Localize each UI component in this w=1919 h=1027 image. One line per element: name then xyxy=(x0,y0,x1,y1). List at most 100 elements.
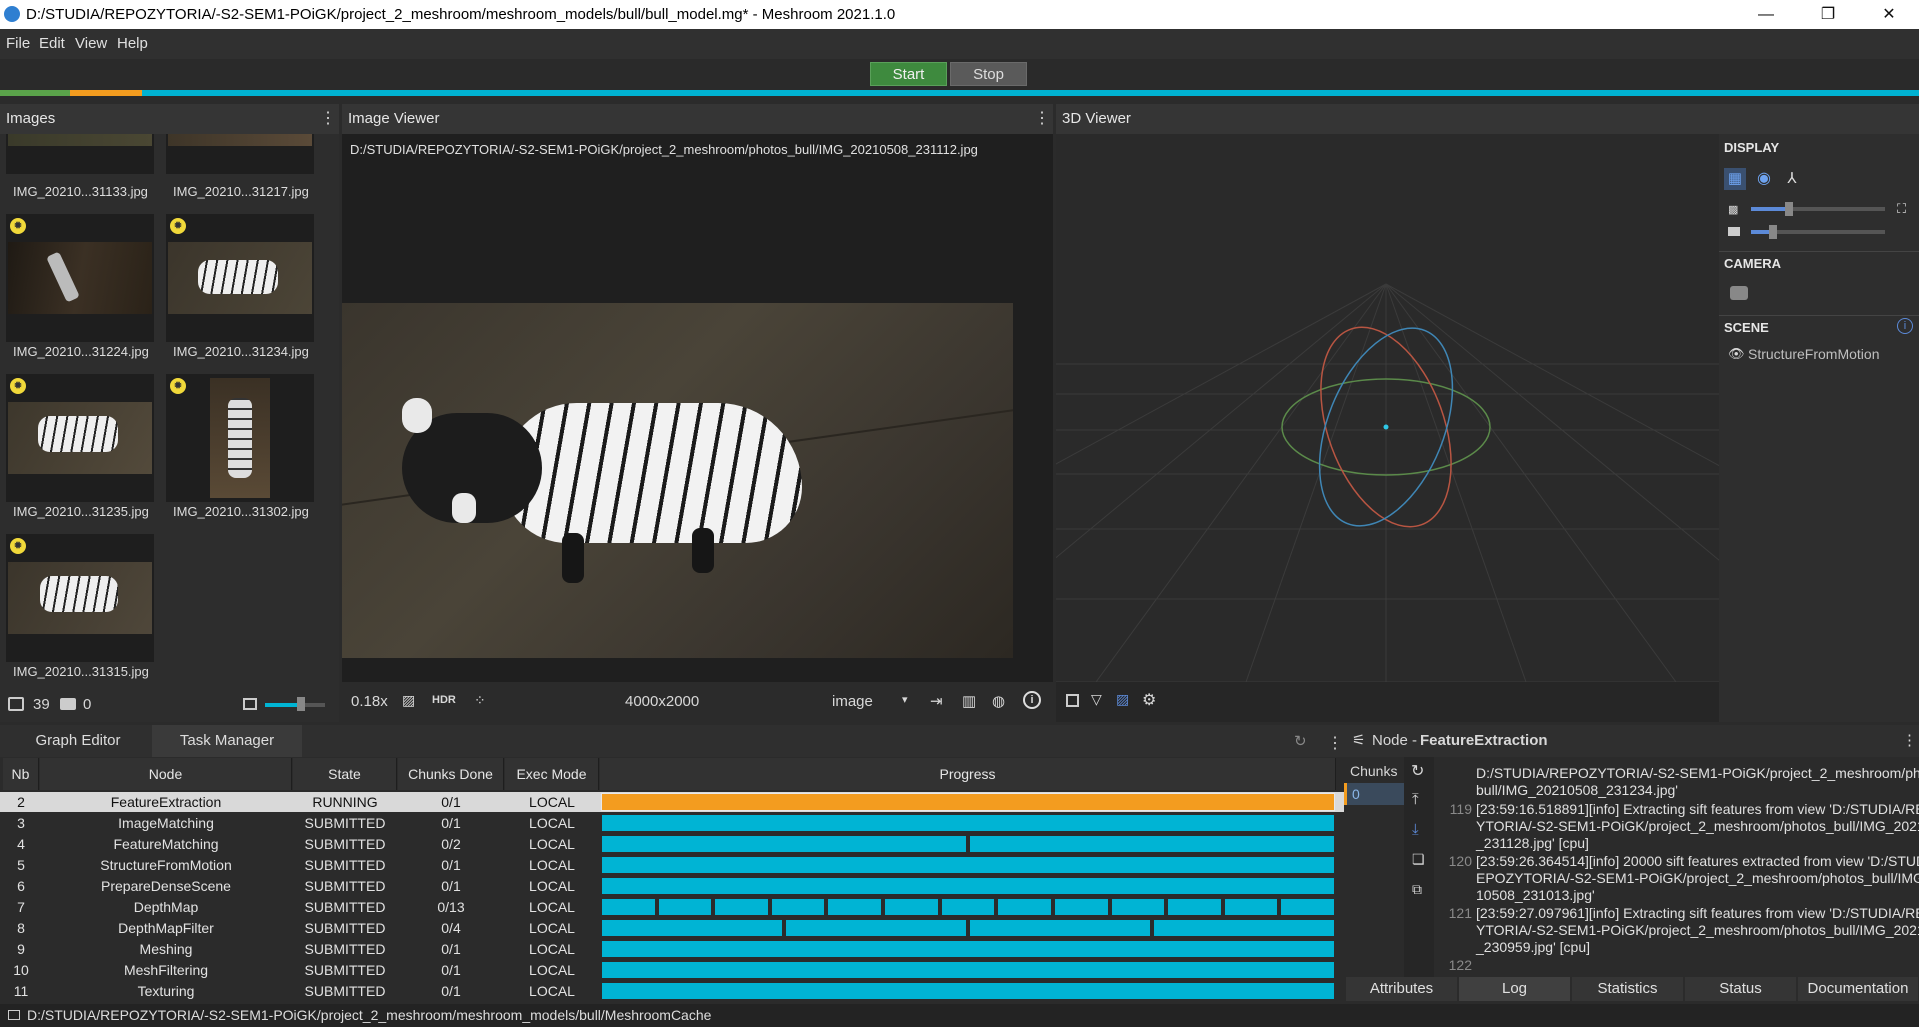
camera-size-slider-handle[interactable] xyxy=(1769,225,1777,239)
thumbnail[interactable] xyxy=(166,134,314,174)
cell-chunks: 0/1 xyxy=(441,815,461,831)
cell-state: SUBMITTED xyxy=(304,857,386,873)
progress-chunk xyxy=(941,899,995,915)
tab-log[interactable]: Log xyxy=(1459,977,1571,1001)
image-viewer[interactable]: D:/STUDIA/REPOZYTORIA/-S2-SEM1-POiGK/pro… xyxy=(342,134,1053,682)
tab-graph-editor[interactable]: Graph Editor xyxy=(18,725,138,757)
table-row[interactable]: 7 DepthMap SUBMITTED 0/13 LOCAL xyxy=(0,897,1344,917)
task-menu-icon[interactable]: ⋮ xyxy=(1327,733,1343,753)
image-viewer-menu-icon[interactable]: ⋮ xyxy=(1034,111,1050,127)
cell-exec-mode: LOCAL xyxy=(529,920,575,936)
table-row[interactable]: 4 FeatureMatching SUBMITTED 0/2 LOCAL xyxy=(0,834,1344,854)
cell-nb: 7 xyxy=(17,899,25,915)
gizmo-toggle-icon[interactable]: ◉ xyxy=(1753,168,1775,190)
close-button[interactable]: ✕ xyxy=(1866,0,1912,29)
viewer3d-canvas[interactable] xyxy=(1056,134,1719,682)
opacity-icon: ▩ xyxy=(1728,204,1739,216)
open-external-icon[interactable]: ⧉ xyxy=(1412,881,1422,898)
menu-edit[interactable]: Edit xyxy=(39,35,65,52)
pixel-aspect-icon[interactable]: ▨ xyxy=(402,692,415,709)
table-row[interactable]: 3 ImageMatching SUBMITTED 0/1 LOCAL xyxy=(0,813,1344,833)
menu-help[interactable]: Help xyxy=(117,35,148,52)
progress-chunk xyxy=(602,920,782,936)
grid-toggle-icon[interactable]: ▦ xyxy=(1724,168,1746,190)
cell-state: SUBMITTED xyxy=(304,899,386,915)
title-bar: D:/STUDIA/REPOZYTORIA/-S2-SEM1-POiGK/pro… xyxy=(0,0,1919,29)
bounding-box-icon[interactable] xyxy=(1066,694,1079,707)
chunk-item[interactable]: 0 xyxy=(1344,783,1404,805)
reload-log-icon[interactable]: ↻ xyxy=(1411,761,1424,781)
tab-task-manager[interactable]: Task Manager xyxy=(152,725,302,757)
tab-attributes[interactable]: Attributes xyxy=(1346,977,1458,1001)
hdr-toggle[interactable]: HDR xyxy=(432,694,456,706)
table-row[interactable]: 8 DepthMapFilter SUBMITTED 0/4 LOCAL xyxy=(0,918,1344,938)
thumbnail[interactable]: ✹ xyxy=(166,214,314,342)
camera-icon xyxy=(60,698,76,710)
scene-info-icon[interactable]: i xyxy=(1897,318,1913,334)
progress-chunk xyxy=(601,793,1335,811)
cell-nb: 4 xyxy=(17,836,25,852)
table-row[interactable]: 11 Texturing SUBMITTED 0/1 LOCAL xyxy=(0,981,1344,1001)
thumbnail[interactable]: ✹ xyxy=(166,374,314,502)
camera-snapshot-icon[interactable] xyxy=(1730,286,1748,300)
opacity-slider-handle[interactable] xyxy=(1785,202,1793,216)
menu-file[interactable]: File xyxy=(6,35,30,52)
axis-toggle-icon[interactable]: ⅄ xyxy=(1781,168,1803,190)
col-header-exec-mode: Exec Mode xyxy=(505,758,599,790)
table-row[interactable]: 9 Meshing SUBMITTED 0/1 LOCAL xyxy=(0,939,1344,959)
scroll-bottom-icon[interactable]: ⤓ xyxy=(1412,821,1419,838)
scroll-top-icon[interactable]: ⤒ xyxy=(1412,791,1419,808)
cache-path[interactable]: D:/STUDIA/REPOZYTORIA/-S2-SEM1-POiGK/pro… xyxy=(27,1007,711,1023)
table-row[interactable]: 5 StructureFromMotion SUBMITTED 0/1 LOCAL xyxy=(0,855,1344,875)
table-row[interactable]: 2 FeatureExtraction RUNNING 0/1 LOCAL xyxy=(0,792,1344,812)
thumbnail-size-handle[interactable] xyxy=(297,697,305,711)
pose-indicator-icon: ✹ xyxy=(10,538,26,554)
globe-icon[interactable]: ◍ xyxy=(992,692,1005,710)
node-title-prefix: Node - xyxy=(1372,732,1418,749)
cell-nb: 5 xyxy=(17,857,25,873)
stop-button[interactable]: Stop xyxy=(950,62,1027,86)
fit-view-icon[interactable]: ⛶ xyxy=(1897,201,1906,217)
scene-item-sfm[interactable]: StructureFromMotion xyxy=(1748,346,1879,362)
settings-icon[interactable]: ⚙ xyxy=(1142,690,1156,710)
thumbnail[interactable]: ✹ xyxy=(6,214,154,342)
cell-exec-mode: LOCAL xyxy=(529,941,575,957)
progress-chunk xyxy=(970,920,1150,936)
filter-icon[interactable]: ▽ xyxy=(1091,691,1102,708)
image-path: D:/STUDIA/REPOZYTORIA/-S2-SEM1-POiGK/pro… xyxy=(350,142,978,157)
color-picker-icon[interactable]: ⁘ xyxy=(474,692,486,709)
images-menu-icon[interactable]: ⋮ xyxy=(320,111,336,127)
col-header-chunks: Chunks Done xyxy=(398,758,504,790)
pose-indicator-icon: ✹ xyxy=(10,378,26,394)
camera-size-slider[interactable] xyxy=(1773,230,1885,234)
histogram-icon[interactable]: ▥ xyxy=(962,692,976,710)
cell-nb: 3 xyxy=(17,815,25,831)
start-button[interactable]: Start xyxy=(870,62,947,86)
copy-log-icon[interactable]: ❏ xyxy=(1412,851,1425,868)
view-mode-select[interactable]: image xyxy=(832,693,873,710)
thumbnail[interactable]: ✹ xyxy=(6,534,154,662)
progress-chunk xyxy=(1168,899,1221,915)
tab-status[interactable]: Status xyxy=(1685,977,1797,1001)
info-icon[interactable]: i xyxy=(1023,691,1041,709)
thumbnail[interactable]: ✹ xyxy=(6,374,154,502)
tab-statistics[interactable]: Statistics xyxy=(1572,977,1684,1001)
progress-chunk xyxy=(602,941,1334,957)
chevron-down-icon[interactable]: ▾ xyxy=(902,693,908,706)
progress-chunk xyxy=(1224,899,1278,915)
wireframe-icon[interactable]: ▨ xyxy=(1116,691,1129,708)
thumbnail[interactable] xyxy=(6,134,154,174)
node-menu-icon[interactable]: ⋮ xyxy=(1902,725,1917,757)
table-row[interactable]: 10 MeshFiltering SUBMITTED 0/1 LOCAL xyxy=(0,960,1344,980)
menu-view[interactable]: View xyxy=(75,35,107,52)
cell-node: PrepareDenseScene xyxy=(101,878,231,894)
table-row[interactable]: 6 PrepareDenseScene SUBMITTED 0/1 LOCAL xyxy=(0,876,1344,896)
progress-running-segment xyxy=(70,90,142,96)
metadata-toggle-icon[interactable]: ⇥ xyxy=(930,692,943,710)
refresh-icon[interactable]: ↻ xyxy=(1294,732,1307,750)
opacity-slider[interactable] xyxy=(1791,207,1885,211)
tab-documentation[interactable]: Documentation xyxy=(1798,977,1919,1001)
maximize-button[interactable]: ❐ xyxy=(1805,0,1851,29)
eye-icon[interactable]: 👁 xyxy=(1728,346,1745,362)
minimize-button[interactable]: — xyxy=(1743,0,1789,29)
